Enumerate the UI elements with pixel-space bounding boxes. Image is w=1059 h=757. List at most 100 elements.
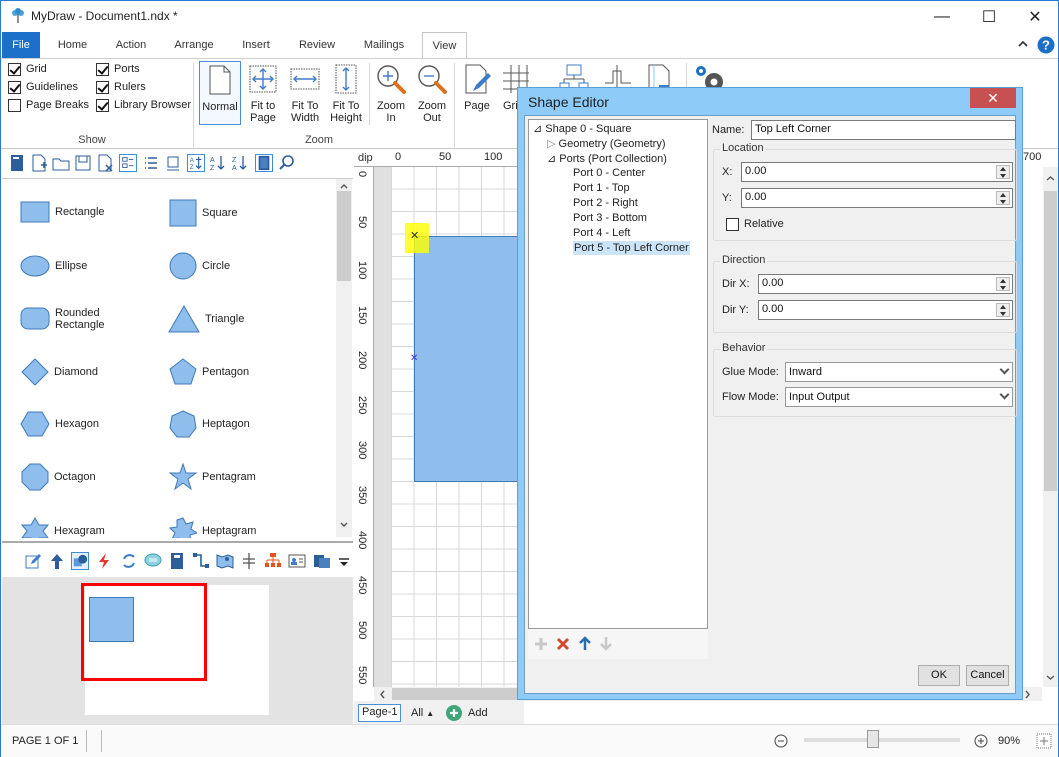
- lightning-connector-icon[interactable]: [95, 552, 113, 570]
- library-shape-rectangle[interactable]: Rectangle: [20, 201, 105, 223]
- book-icon[interactable]: [168, 552, 186, 570]
- divider-icon[interactable]: [240, 552, 258, 570]
- move-up-icon[interactable]: [578, 636, 592, 651]
- move-down-icon[interactable]: [599, 636, 613, 651]
- zoom-in-small-icon[interactable]: [974, 734, 988, 748]
- zoom-out-button[interactable]: Zoom Out: [413, 61, 451, 125]
- tree-node-geometry[interactable]: ▷ Geometry (Geometry): [547, 137, 666, 150]
- scroll-down-icon[interactable]: [1046, 675, 1055, 681]
- tab-insert[interactable]: Insert: [235, 32, 277, 58]
- list-view-icon[interactable]: [142, 154, 160, 172]
- pages-icon[interactable]: [313, 552, 331, 570]
- page-breaks-checkbox[interactable]: Page Breaks: [8, 97, 89, 113]
- library-scrollbar[interactable]: [336, 179, 352, 537]
- scroll-right-icon[interactable]: [1025, 690, 1031, 699]
- icons-and-names-view-icon[interactable]: [119, 154, 137, 172]
- tree-node-port-2[interactable]: Port 2 - Right: [573, 197, 638, 209]
- overview-viewport[interactable]: [81, 583, 207, 681]
- library-shape-triangle[interactable]: Triangle: [168, 305, 244, 333]
- tab-action[interactable]: Action: [108, 32, 154, 58]
- add-page-icon[interactable]: [446, 705, 462, 721]
- search-shapes-icon[interactable]: [278, 154, 296, 172]
- x-spinner[interactable]: [996, 165, 1010, 179]
- collapse-icon[interactable]: ⊿: [533, 123, 542, 135]
- tab-review[interactable]: Review: [291, 32, 343, 58]
- save-library-icon[interactable]: [74, 154, 92, 172]
- library-shape-square[interactable]: Square: [169, 199, 237, 227]
- library-shape-pentagram[interactable]: Pentagram: [169, 463, 256, 491]
- maximize-button[interactable]: ☐: [966, 1, 1012, 32]
- library-shape-heptagram[interactable]: Heptagram: [169, 517, 256, 538]
- dir-y-spinner[interactable]: [996, 303, 1010, 317]
- sort-ascending-icon[interactable]: AZ: [209, 154, 227, 172]
- add-port-icon[interactable]: [534, 637, 548, 651]
- library-shape-circle[interactable]: Circle: [169, 252, 230, 280]
- library-book-icon[interactable]: [8, 154, 26, 172]
- library-shape-octagon[interactable]: Octagon: [21, 463, 96, 491]
- tree-node-port-5[interactable]: Port 5 - Top Left Corner: [573, 241, 690, 255]
- library-shape-ellipse[interactable]: Ellipse: [20, 254, 87, 278]
- more-tools-icon[interactable]: [335, 552, 353, 570]
- tree-node-port-4[interactable]: Port 4 - Left: [573, 227, 630, 239]
- port-marker-left[interactable]: ✕: [410, 353, 418, 364]
- scroll-up-icon[interactable]: [340, 183, 348, 189]
- tab-home[interactable]: Home: [50, 32, 95, 58]
- glue-mode-select[interactable]: Inward: [785, 362, 1013, 382]
- rulers-checkbox[interactable]: Rulers: [96, 79, 146, 95]
- org-chart-icon[interactable]: [264, 552, 282, 570]
- expand-icon[interactable]: ▷: [547, 138, 555, 150]
- callout-icon[interactable]: [144, 552, 162, 570]
- dir-y-input[interactable]: 0.00: [758, 300, 1013, 320]
- shape-tool-icon[interactable]: [71, 552, 89, 570]
- delete-port-icon[interactable]: [556, 637, 570, 651]
- page-button[interactable]: Page: [459, 61, 495, 125]
- grid-checkbox[interactable]: Grid: [8, 61, 47, 77]
- scrollbar-thumb[interactable]: [1044, 191, 1057, 491]
- ports-checkbox[interactable]: Ports: [96, 61, 140, 77]
- contact-card-icon[interactable]: [288, 552, 306, 570]
- tab-mailings[interactable]: Mailings: [356, 32, 412, 58]
- page-filter-all[interactable]: All ▲: [411, 707, 434, 719]
- scroll-up-icon[interactable]: [1046, 175, 1055, 181]
- library-shape-pentagon[interactable]: Pentagon: [169, 358, 249, 386]
- fit-to-page-button[interactable]: Fit to Page: [245, 61, 281, 125]
- zoom-out-small-icon[interactable]: [774, 734, 788, 748]
- canvas-vertical-scrollbar[interactable]: [1043, 167, 1058, 687]
- port-marker-top-left[interactable]: ✕: [410, 229, 419, 242]
- ok-button[interactable]: OK: [918, 665, 960, 686]
- relative-checkbox[interactable]: Relative: [726, 216, 784, 232]
- elbow-connector-icon[interactable]: [192, 552, 210, 570]
- zoom-in-button[interactable]: Zoom In: [372, 61, 410, 125]
- name-input[interactable]: Top Left Corner: [751, 120, 1016, 140]
- dialog-close-button[interactable]: ✕: [970, 88, 1016, 108]
- tree-node-port-0[interactable]: Port 0 - Center: [573, 167, 645, 179]
- library-browser-checkbox[interactable]: Library Browser: [96, 97, 191, 113]
- zoom-slider-thumb[interactable]: [867, 730, 879, 748]
- flow-mode-select[interactable]: Input Output: [785, 387, 1013, 407]
- rotate-icon[interactable]: [120, 552, 138, 570]
- library-shape-hexagon[interactable]: Hexagon: [20, 411, 99, 437]
- library-shape-hexagram[interactable]: Hexagram: [21, 517, 105, 538]
- scroll-down-icon[interactable]: [340, 522, 348, 528]
- guidelines-checkbox[interactable]: Guidelines: [8, 79, 78, 95]
- normal-zoom-button[interactable]: Normal: [199, 61, 241, 125]
- new-library-icon[interactable]: [30, 154, 48, 172]
- tab-view[interactable]: View: [422, 32, 467, 59]
- edit-text-icon[interactable]: [24, 552, 42, 570]
- dir-x-spinner[interactable]: [996, 277, 1010, 291]
- close-window-button[interactable]: ✕: [1012, 1, 1058, 32]
- zoom-slider-track[interactable]: [804, 738, 960, 742]
- library-browser-icon[interactable]: [255, 154, 273, 172]
- library-shape-diamond[interactable]: Diamond: [21, 358, 98, 386]
- cancel-button[interactable]: Cancel: [966, 665, 1009, 686]
- y-spinner[interactable]: [996, 191, 1010, 205]
- open-library-icon[interactable]: [52, 154, 70, 172]
- library-shape-rounded-rectangle[interactable]: Rounded Rectangle: [20, 307, 115, 331]
- tab-file[interactable]: File: [2, 32, 40, 58]
- scrollbar-thumb[interactable]: [392, 688, 518, 700]
- scrollbar-thumb[interactable]: [337, 191, 351, 281]
- help-icon[interactable]: ?: [1037, 36, 1055, 54]
- page-tab-page-1[interactable]: Page-1: [358, 704, 402, 722]
- add-page-button[interactable]: Add: [468, 707, 488, 719]
- fit-page-status-icon[interactable]: [1036, 733, 1052, 749]
